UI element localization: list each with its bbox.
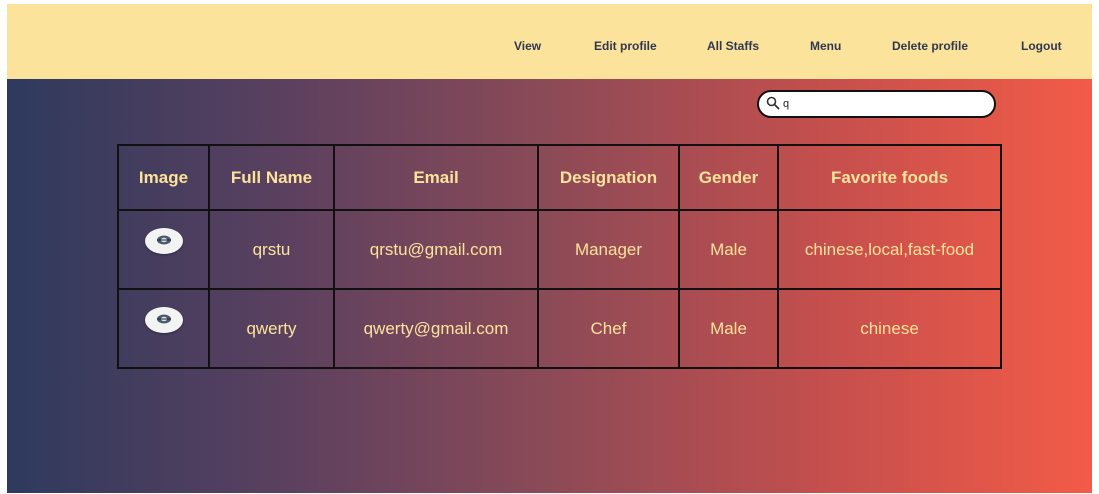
nav-delete-profile-link[interactable]: Delete profile bbox=[892, 39, 968, 53]
avatar-icon[interactable] bbox=[144, 228, 183, 254]
email-cell: qrstu@gmail.com bbox=[333, 209, 539, 290]
favorite-foods-cell: chinese,local,fast-food bbox=[777, 209, 1002, 290]
column-header-gender: Gender bbox=[678, 144, 779, 211]
column-header-image: Image bbox=[117, 144, 210, 211]
image-cell bbox=[117, 209, 210, 290]
full-name-cell: qrstu bbox=[208, 209, 335, 290]
designation-cell: Chef bbox=[537, 288, 680, 369]
gender-cell: Male bbox=[678, 288, 779, 369]
search-icon[interactable] bbox=[766, 96, 780, 110]
search-input[interactable] bbox=[783, 95, 983, 113]
staff-table: Image Full Name Email Designation Gender… bbox=[117, 144, 1002, 369]
email-cell: qwerty@gmail.com bbox=[333, 288, 539, 369]
gender-cell: Male bbox=[678, 209, 779, 290]
nav-logout-link[interactable]: Logout bbox=[1021, 39, 1062, 53]
table-row: qrstu qrstu@gmail.com Manager Male chine… bbox=[117, 209, 1002, 290]
nav-view-link[interactable]: View bbox=[514, 39, 541, 53]
column-header-email: Email bbox=[333, 144, 539, 211]
designation-cell: Manager bbox=[537, 209, 680, 290]
table-row: qwerty qwerty@gmail.com Chef Male chines… bbox=[117, 288, 1002, 369]
image-cell bbox=[117, 288, 210, 369]
table-header-row: Image Full Name Email Designation Gender… bbox=[117, 144, 1002, 211]
column-header-full-name: Full Name bbox=[208, 144, 335, 211]
nav-all-staffs-link[interactable]: All Staffs bbox=[707, 39, 759, 53]
top-navbar: View Edit profile All Staffs Menu Delete… bbox=[7, 4, 1092, 79]
favorite-foods-cell: chinese bbox=[777, 288, 1002, 369]
app-frame: View Edit profile All Staffs Menu Delete… bbox=[7, 4, 1092, 493]
avatar-icon[interactable] bbox=[144, 307, 183, 333]
full-name-cell: qwerty bbox=[208, 288, 335, 369]
column-header-designation: Designation bbox=[537, 144, 680, 211]
search-box bbox=[757, 90, 996, 118]
nav-edit-profile-link[interactable]: Edit profile bbox=[594, 39, 657, 53]
column-header-favorite-foods: Favorite foods bbox=[777, 144, 1002, 211]
nav-menu-link[interactable]: Menu bbox=[810, 39, 841, 53]
